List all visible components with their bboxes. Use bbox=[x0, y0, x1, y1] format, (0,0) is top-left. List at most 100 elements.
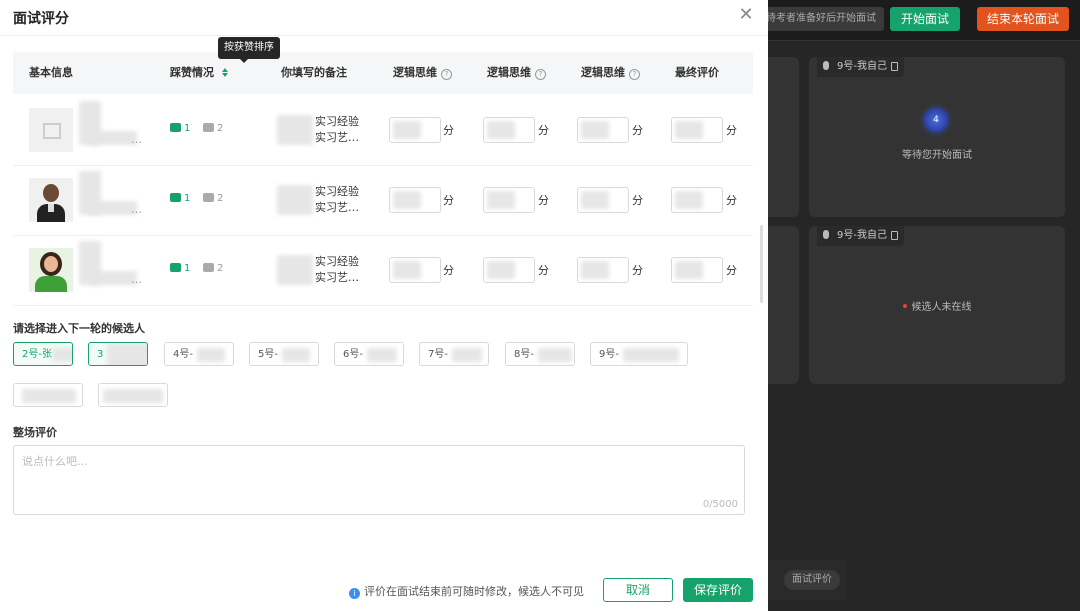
column-logic-2: 逻辑思维? bbox=[487, 52, 546, 94]
candidate-chip-2[interactable]: 2号-张 bbox=[13, 342, 73, 366]
logic-score-input-3[interactable] bbox=[577, 117, 629, 143]
logic-score-input-1[interactable] bbox=[389, 117, 441, 143]
value-redacted bbox=[675, 121, 703, 139]
logic-score-input-1[interactable] bbox=[389, 257, 441, 283]
final-score-input[interactable] bbox=[671, 187, 723, 213]
divider bbox=[0, 35, 768, 36]
evaluate-pill[interactable]: 面试评价 bbox=[784, 570, 840, 590]
thumb-up-icon bbox=[170, 123, 181, 132]
candidate-chip-6[interactable]: 6号- bbox=[334, 342, 404, 366]
like-count[interactable]: 1 bbox=[170, 263, 190, 274]
candidate-chip-3[interactable]: 3 bbox=[88, 342, 148, 366]
sort-icon[interactable] bbox=[222, 68, 228, 77]
tile-label: 9号-我自己 bbox=[817, 57, 904, 77]
like-count[interactable]: 1 bbox=[170, 123, 190, 134]
avatar: 4 bbox=[924, 108, 948, 132]
mic-icon bbox=[823, 61, 829, 70]
help-icon[interactable]: ? bbox=[629, 69, 640, 80]
logic-score-input-2[interactable] bbox=[483, 257, 535, 283]
logic-score-input-2[interactable] bbox=[483, 187, 535, 213]
overall-comment-field[interactable]: 说点什么吧… 0/5000 bbox=[13, 445, 745, 515]
score-unit: 分 bbox=[538, 264, 549, 277]
candidate-chip-11[interactable] bbox=[98, 383, 168, 407]
value-redacted bbox=[675, 191, 703, 209]
video-tile-side-1 bbox=[768, 57, 799, 217]
logic-score-input-2[interactable] bbox=[483, 117, 535, 143]
cancel-button[interactable]: 取消 bbox=[603, 578, 673, 602]
sort-tooltip: 按获赞排序 bbox=[218, 37, 280, 63]
end-round-button[interactable]: 结束本轮面试 bbox=[977, 7, 1069, 31]
name-ellipsis: … bbox=[131, 273, 142, 286]
note-text: 实习经验 实习艺… bbox=[315, 185, 359, 214]
close-icon[interactable]: ✕ bbox=[737, 6, 755, 24]
info-icon: i bbox=[349, 588, 360, 599]
table-row: … 1 2 实习经验 实习艺… 分 分 分 分 bbox=[13, 95, 753, 166]
video-tile-1: 9号-我自己 4 等待您开始面试 bbox=[809, 57, 1065, 217]
dialog-title: 面试评分 bbox=[13, 11, 69, 27]
waiting-text: 等待您开始面试 bbox=[902, 150, 972, 161]
score-unit: 分 bbox=[538, 194, 549, 207]
start-interview-button[interactable]: 开始面试 bbox=[890, 7, 960, 31]
name-redacted bbox=[538, 348, 572, 362]
value-redacted bbox=[675, 261, 703, 279]
candidate-chip-8[interactable]: 8号- bbox=[505, 342, 575, 366]
candidate-photo bbox=[29, 248, 73, 292]
column-note: 你填写的备注 bbox=[281, 66, 347, 79]
score-unit: 分 bbox=[726, 194, 737, 207]
note-text: 实习经验 实习艺… bbox=[315, 255, 359, 284]
video-tile-2: 9号-我自己 候选人未在线 bbox=[809, 226, 1065, 384]
offline-status: 候选人未在线 bbox=[809, 298, 1065, 313]
table-header: 基本信息 踩赞情况 你填写的备注 逻辑思维? 逻辑思维? 逻辑思维? 最终评价 bbox=[13, 52, 753, 94]
candidate-chip-7[interactable]: 7号- bbox=[419, 342, 489, 366]
logic-score-input-3[interactable] bbox=[577, 187, 629, 213]
score-unit: 分 bbox=[726, 124, 737, 137]
name-redacted bbox=[452, 348, 482, 362]
name-redacted bbox=[282, 348, 310, 362]
like-count[interactable]: 1 bbox=[170, 193, 190, 204]
candidate-table: 基本信息 踩赞情况 你填写的备注 逻辑思维? 逻辑思维? 逻辑思维? 最终评价 … bbox=[13, 52, 753, 306]
candidate-chip-9[interactable]: 9号- bbox=[590, 342, 688, 366]
column-logic-1: 逻辑思维? bbox=[393, 52, 452, 94]
name-ellipsis: … bbox=[131, 203, 142, 216]
final-score-input[interactable] bbox=[671, 117, 723, 143]
tile-label: 9号-我自己 bbox=[817, 226, 904, 246]
name-redacted bbox=[89, 131, 137, 145]
mic-icon bbox=[823, 230, 829, 239]
dislike-count[interactable]: 2 bbox=[203, 123, 223, 134]
value-redacted bbox=[393, 261, 421, 279]
table-scrollbar[interactable] bbox=[760, 225, 763, 303]
candidate-chip-5[interactable]: 5号- bbox=[249, 342, 319, 366]
prep-hint: 待考者准备好后开始面试 bbox=[760, 7, 884, 31]
name-redacted bbox=[623, 348, 679, 362]
dislike-count[interactable]: 2 bbox=[203, 193, 223, 204]
name-redacted bbox=[89, 271, 137, 285]
note-text: 实习经验 实习艺… bbox=[315, 115, 359, 144]
score-unit: 分 bbox=[443, 124, 454, 137]
column-logic-3: 逻辑思维? bbox=[581, 52, 640, 94]
column-basic: 基本信息 bbox=[29, 66, 73, 79]
thumb-up-icon bbox=[170, 263, 181, 272]
help-icon[interactable]: ? bbox=[441, 69, 452, 80]
candidate-chip-10[interactable] bbox=[13, 383, 83, 407]
thumb-down-icon bbox=[203, 193, 214, 202]
document-icon bbox=[890, 62, 898, 71]
name-redacted bbox=[89, 201, 137, 215]
candidate-chip-4[interactable]: 4号- bbox=[164, 342, 234, 366]
help-icon[interactable]: ? bbox=[535, 69, 546, 80]
value-redacted bbox=[487, 261, 515, 279]
score-unit: 分 bbox=[538, 124, 549, 137]
score-unit: 分 bbox=[632, 194, 643, 207]
value-redacted bbox=[393, 191, 421, 209]
interview-score-dialog: 面试评分 ✕ 基本信息 踩赞情况 你填写的备注 逻辑思维? 逻辑思维? 逻辑思维… bbox=[0, 0, 768, 611]
overall-label: 整场评价 bbox=[13, 426, 57, 439]
dislike-count[interactable]: 2 bbox=[203, 263, 223, 274]
logic-score-input-3[interactable] bbox=[577, 257, 629, 283]
thumb-down-icon bbox=[203, 123, 214, 132]
table-row: … 1 2 实习经验 实习艺… 分 分 分 分 bbox=[13, 165, 753, 236]
save-evaluation-button[interactable]: 保存评价 bbox=[683, 578, 753, 602]
logic-score-input-1[interactable] bbox=[389, 187, 441, 213]
name-redacted bbox=[367, 348, 397, 362]
note-redacted bbox=[277, 115, 313, 145]
final-score-input[interactable] bbox=[671, 257, 723, 283]
name-redacted bbox=[197, 348, 225, 362]
